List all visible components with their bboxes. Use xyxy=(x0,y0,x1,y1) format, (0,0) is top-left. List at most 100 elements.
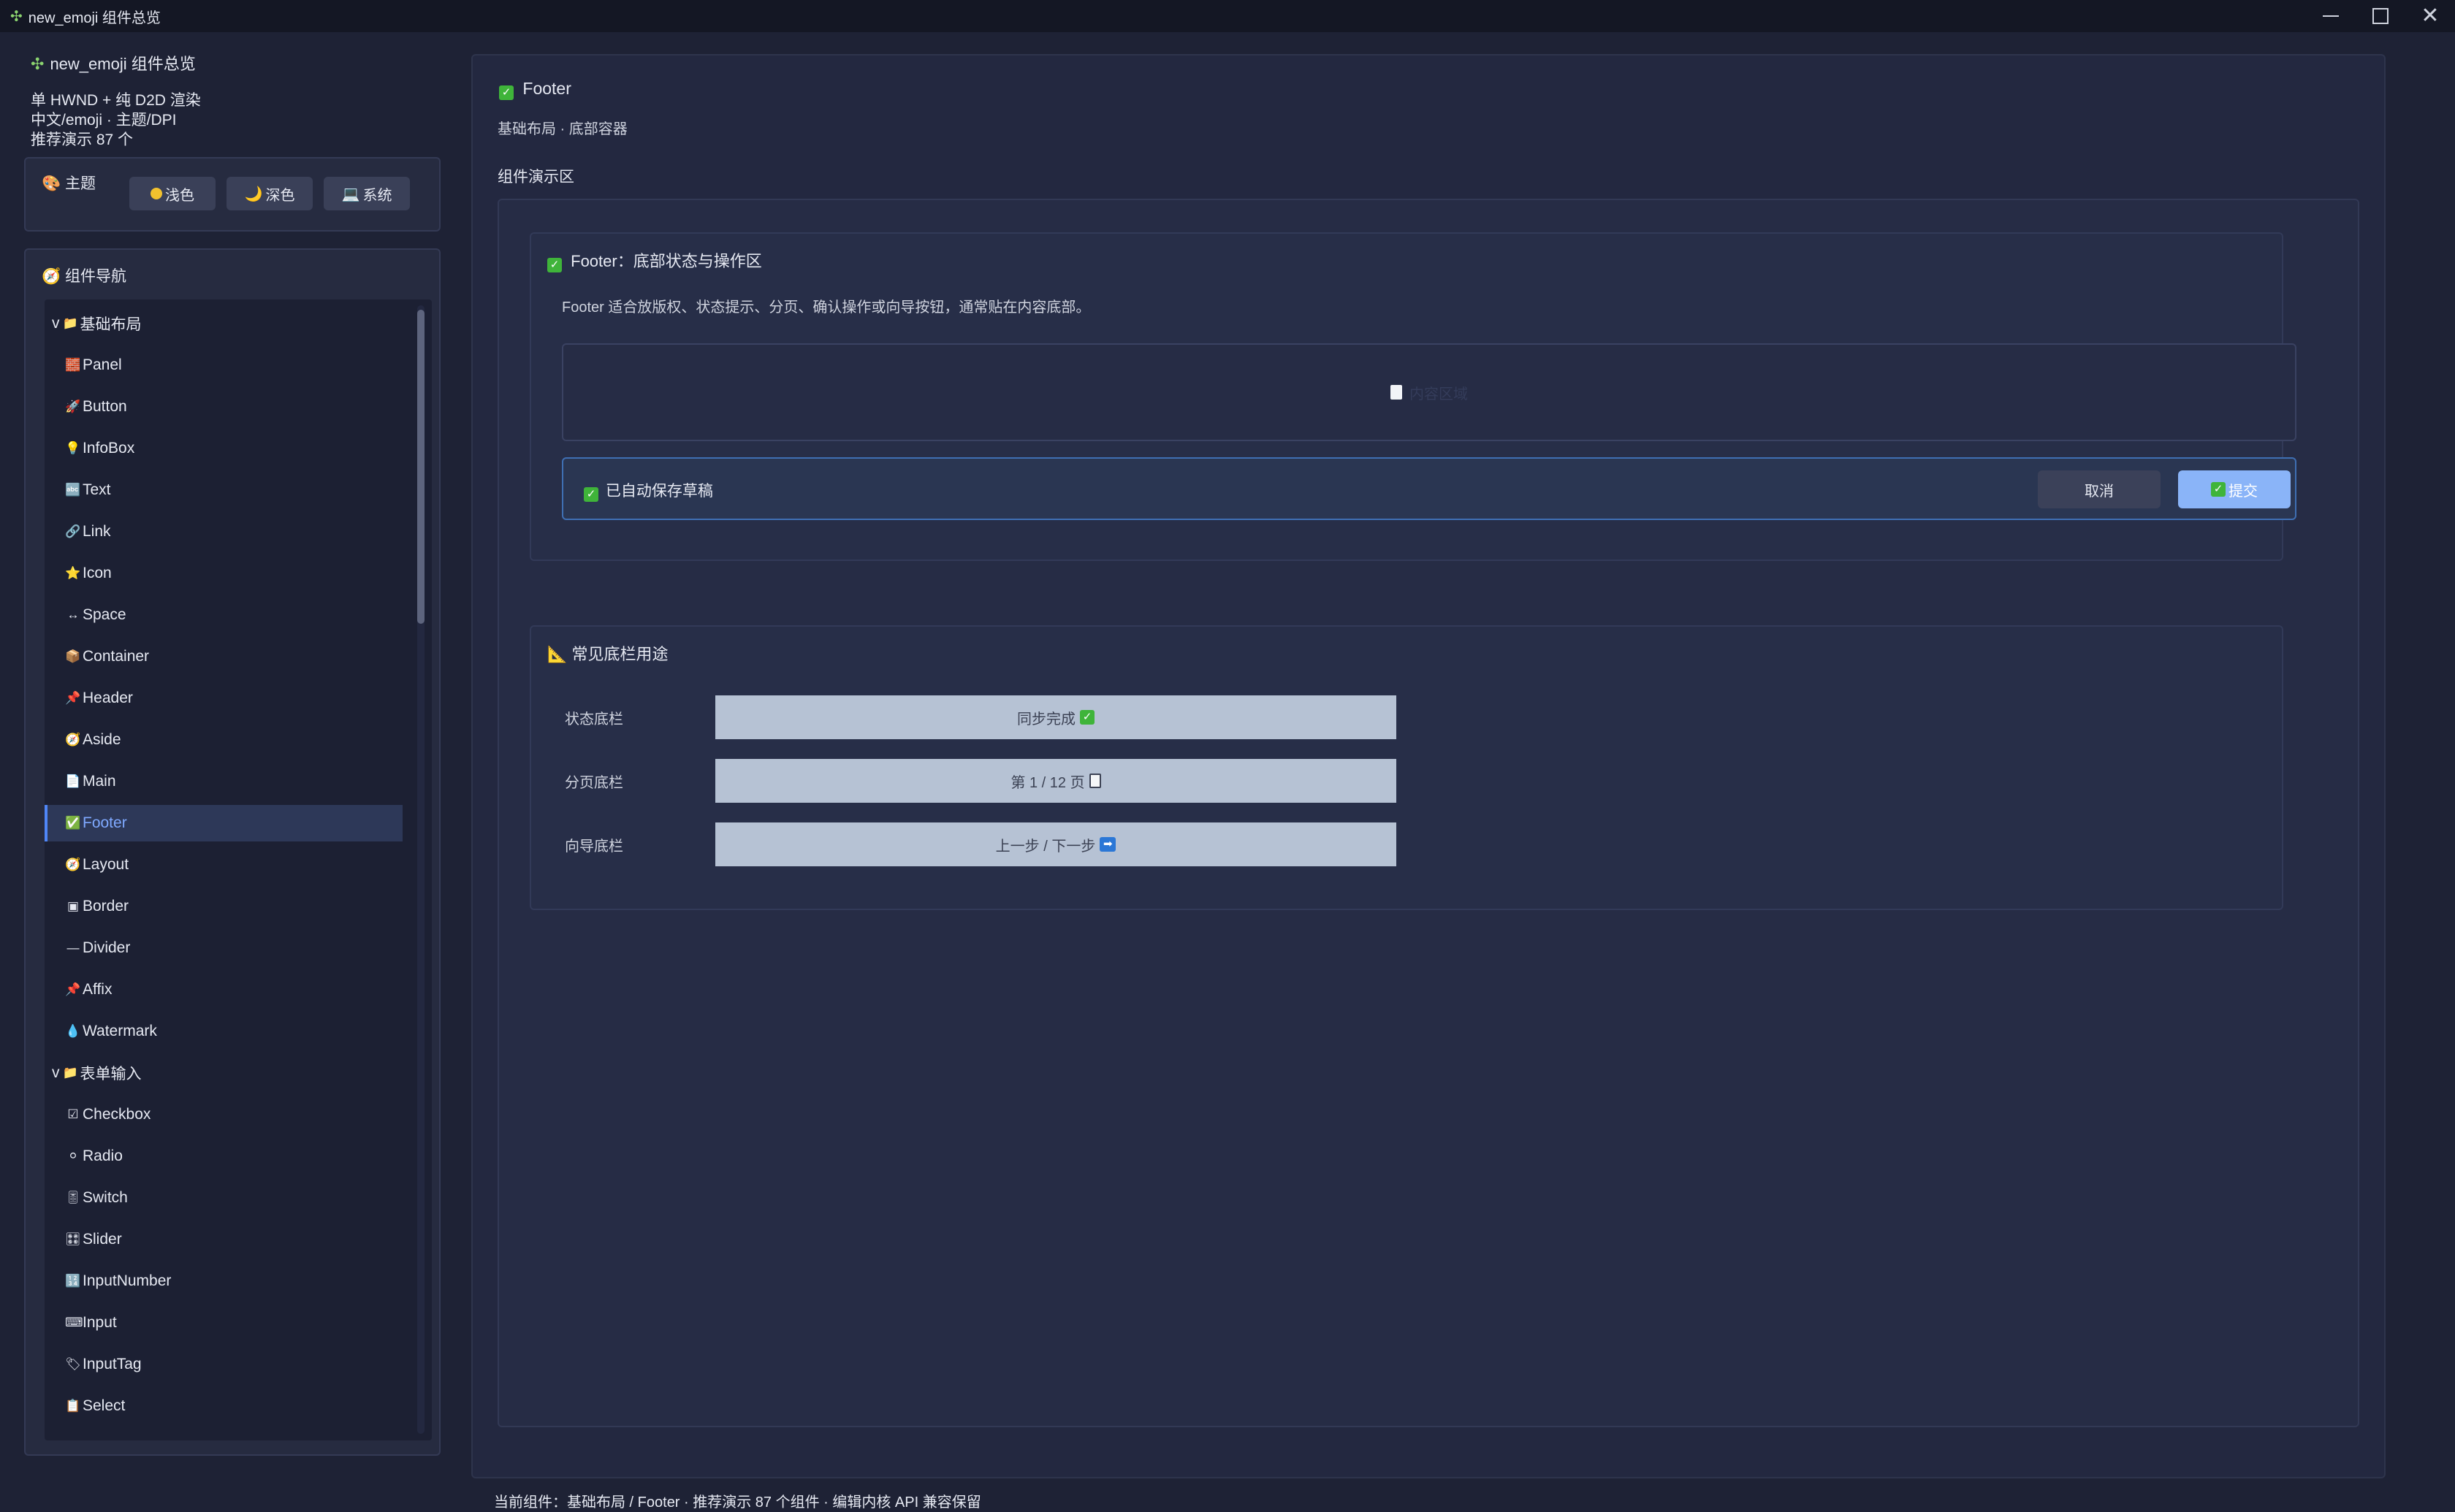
maximize-button[interactable] xyxy=(2356,0,2405,32)
nav-group[interactable]: v 📁 基础布局 xyxy=(45,305,403,342)
nav-item-icon: 🧭 xyxy=(65,858,81,871)
nav-item[interactable]: 🔢 InputNumber xyxy=(45,1263,403,1299)
nav-item-label: Panel xyxy=(83,356,122,373)
nav-item[interactable]: 🏷 InputTag xyxy=(45,1346,403,1383)
nav-item[interactable]: 🎛 Slider xyxy=(45,1221,403,1258)
nav-item-icon: 📋 xyxy=(65,1399,81,1413)
nav-item-label: Divider xyxy=(83,939,131,956)
nav-item-label: Main xyxy=(83,773,116,790)
nav-item-label: Header xyxy=(83,690,133,706)
nav-item[interactable]: 💡 InfoBox xyxy=(45,430,403,467)
card-title: ✓ Footer：底部状态与操作区 xyxy=(547,248,762,272)
nav-item-icon: 🔗 xyxy=(65,524,81,538)
nav-item[interactable]: 🔤 Text xyxy=(45,472,403,508)
nav-item-label: Space xyxy=(83,606,126,623)
nav-item-label: Border xyxy=(83,898,129,915)
nav-item-icon: 💡 xyxy=(65,441,81,455)
check-icon: ✓ xyxy=(547,258,562,272)
nav-item-label: Switch xyxy=(83,1189,128,1206)
usage-row-pagination: 分页底栏 第 1 / 12 页 xyxy=(531,759,1481,803)
nav-item[interactable]: — Divider xyxy=(45,930,403,966)
nav-item-icon: 🎚 xyxy=(65,1191,81,1204)
nav-item[interactable]: ⭐ Icon xyxy=(45,555,403,592)
nav-item[interactable]: 📄 Main xyxy=(45,763,403,800)
card-title-label: 常见底栏用途 xyxy=(571,645,669,663)
nav-scrollbar-thumb[interactable] xyxy=(417,310,425,624)
theme-light-button[interactable]: 浅色 xyxy=(129,177,216,210)
sidebar-header: ✣ new_emoji 组件总览 xyxy=(31,51,196,75)
usage-label: 状态底栏 xyxy=(565,711,623,728)
nav-item-label: Affix xyxy=(83,981,113,998)
wizard-footer-bar: 上一步 / 下一步 ➡ xyxy=(715,822,1396,866)
theme-dark-button[interactable]: 🌙 深色 xyxy=(227,177,313,210)
nav-item[interactable]: 📦 Container xyxy=(45,638,403,675)
nav-item-icon: 🚀 xyxy=(65,400,81,413)
nav-item-label: Text xyxy=(83,481,111,498)
nav-item-icon: ⚪ xyxy=(67,1149,79,1163)
status-footer-bar: 同步完成 ✓ xyxy=(715,695,1396,739)
nav-item[interactable]: ↔ Space xyxy=(45,597,403,633)
moon-icon: 🌙 xyxy=(244,186,263,202)
nav-item-icon: 🧭 xyxy=(65,733,81,747)
nav-item[interactable]: 📌 Affix xyxy=(45,971,403,1008)
nav-item[interactable]: 💧 Watermark xyxy=(45,1013,403,1050)
title-bar: ✣ new_emoji 组件总览 ✕ xyxy=(0,0,2455,32)
nav-item[interactable]: 🎚 Switch xyxy=(45,1180,403,1216)
nav-item-icon: ⭐ xyxy=(65,566,81,580)
document-icon xyxy=(1390,385,1402,400)
nav-item[interactable]: 📋 Select xyxy=(45,1388,403,1424)
theme-dark-label: 深色 xyxy=(265,187,295,204)
main-panel: ✓ Footer 基础布局 · 底部容器 组件演示区 ✓ Footer：底部状态… xyxy=(471,54,2386,1478)
nav-item-label: Container xyxy=(83,648,150,665)
nav-item[interactable]: ☑ Checkbox xyxy=(45,1096,403,1133)
window-title: new_emoji 组件总览 xyxy=(28,9,161,26)
nav-item-label: Watermark xyxy=(83,1023,157,1039)
nav-group[interactable]: v 📁 表单输入 xyxy=(45,1055,403,1091)
chevron-down-icon: v xyxy=(52,1064,60,1081)
triangle-ruler-icon: 📐 xyxy=(547,645,568,663)
check-icon: ✓ xyxy=(584,487,598,502)
cancel-button[interactable]: 取消 xyxy=(2038,470,2161,508)
nav-scrollbar[interactable] xyxy=(417,305,425,1434)
nav-tree[interactable]: v 📁 基础布局 🧱 Panel 🚀 Button 💡 InfoBox 🔤 Text 🔗 Link ⭐ Ic… xyxy=(45,299,432,1440)
nav-item-label: Slider xyxy=(83,1231,122,1248)
usage-row-status: 状态底栏 同步完成 ✓ xyxy=(531,695,1481,739)
info-line: 单 HWND + 纯 D2D 渲染 xyxy=(31,92,201,109)
nav-item[interactable]: 🔗 Link xyxy=(45,513,403,550)
palette-icon: 🎨 xyxy=(42,175,61,192)
nav-item[interactable]: ⌨ Input xyxy=(45,1305,403,1341)
submit-button[interactable]: ✓ 提交 xyxy=(2178,470,2291,508)
puzzle-icon: ✣ xyxy=(10,8,23,25)
close-button[interactable]: ✕ xyxy=(2405,0,2455,32)
nav-item[interactable]: 🧭 Aside xyxy=(45,722,403,758)
nav-item-icon: 📦 xyxy=(65,649,81,663)
nav-item[interactable]: ⚪ Radio xyxy=(45,1138,403,1175)
nav-item-icon: 🔤 xyxy=(65,483,81,497)
usage-row-wizard: 向导底栏 上一步 / 下一步 ➡ xyxy=(531,822,1481,866)
nav-item-label: Footer xyxy=(83,814,127,831)
nav-item[interactable]: 🧭 Layout xyxy=(45,847,403,883)
sidebar-header-title: new_emoji 组件总览 xyxy=(50,55,196,73)
nav-item[interactable]: ▣ Border xyxy=(45,888,403,925)
footer-usage-card: 📐 常见底栏用途 状态底栏 同步完成 ✓ 分页底栏 第 1 / 12 页 向导底… xyxy=(530,625,2283,910)
close-icon: ✕ xyxy=(2421,4,2440,28)
theme-title-label: 主题 xyxy=(65,175,96,192)
nav-item[interactable]: 📌 Header xyxy=(45,680,403,717)
nav-item-icon: 💧 xyxy=(65,1024,81,1038)
info-line: 中文/emoji · 主题/DPI xyxy=(31,112,177,129)
laptop-icon: 💻 xyxy=(341,186,360,202)
nav-item-label: Checkbox xyxy=(83,1106,151,1123)
theme-system-button[interactable]: 💻 系统 xyxy=(324,177,410,210)
theme-light-label: 浅色 xyxy=(165,187,194,204)
sidebar-info: 单 HWND + 纯 D2D 渲染 中文/emoji · 主题/DPI 推荐演示… xyxy=(31,91,201,150)
theme-system-label: 系统 xyxy=(362,187,392,204)
nav-item[interactable]: 🧱 Panel xyxy=(45,347,403,383)
demo-area: ✓ Footer：底部状态与操作区 Footer 适合放版权、状态提示、分页、确… xyxy=(498,199,2359,1427)
minimize-button[interactable] xyxy=(2306,0,2356,32)
nav-title: 🧭 组件导航 xyxy=(42,264,126,286)
theme-title: 🎨 主题 xyxy=(42,172,96,194)
card-description: Footer 适合放版权、状态提示、分页、确认操作或向导按钮，通常贴在内容底部。 xyxy=(562,299,1091,316)
footer-status-label: 已自动保存草稿 xyxy=(605,483,713,500)
nav-item[interactable]: 🚀 Button xyxy=(45,389,403,425)
nav-item[interactable]: ✅ Footer xyxy=(45,805,403,841)
